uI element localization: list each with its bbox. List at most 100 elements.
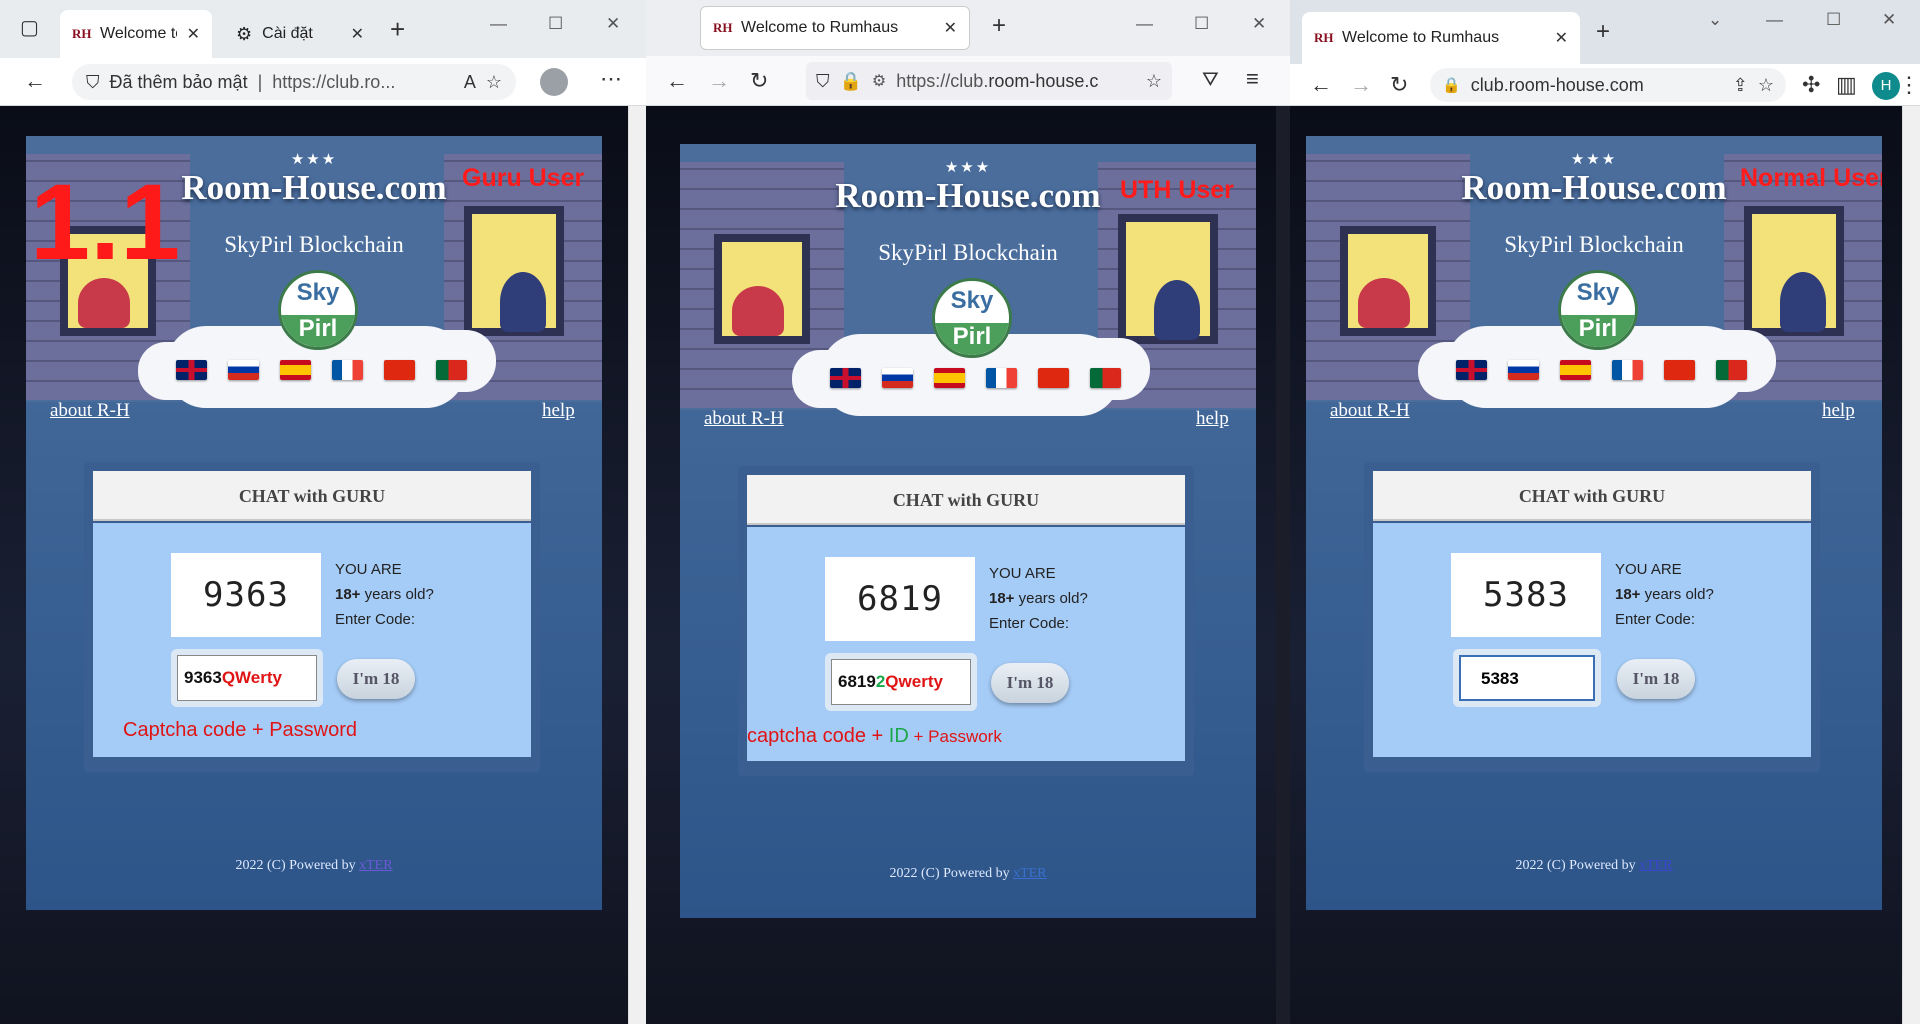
scrollbar[interactable] xyxy=(1276,106,1290,1024)
flag-spanish[interactable] xyxy=(280,360,311,380)
more-menu-icon[interactable]: ⋯ xyxy=(600,68,622,90)
code-input[interactable]: 9363QWerty xyxy=(177,655,317,701)
share-icon[interactable]: ⇪ xyxy=(1733,75,1748,96)
address-bar[interactable]: ⛉ 🔒 ⚙ https://club.room-house.c ☆ xyxy=(806,62,1172,100)
flag-chinese[interactable] xyxy=(384,360,415,380)
flag-russian[interactable] xyxy=(882,368,913,388)
scrollbar[interactable] xyxy=(628,106,646,1024)
im-18-button[interactable]: I'm 18 xyxy=(991,663,1069,703)
code-input[interactable]: 68192Qwerty xyxy=(831,659,971,705)
flag-french[interactable] xyxy=(1612,360,1643,380)
xter-link[interactable]: xTER xyxy=(1013,866,1046,881)
gear-icon: ⚙ xyxy=(236,23,253,44)
chat-card: CHAT with GURU 6819 YOU ARE 18+ years ol… xyxy=(738,466,1194,776)
extensions-puzzle-icon[interactable]: ✣ xyxy=(1802,74,1820,96)
toolbar: ← ⛉ Đã thêm bảo mật | https://club.ro...… xyxy=(0,58,646,106)
maximize-icon[interactable]: ☐ xyxy=(548,14,563,34)
age-prompt: YOU ARE 18+ years old? Enter Code: xyxy=(335,561,434,628)
close-window-icon[interactable]: ✕ xyxy=(606,14,620,34)
close-tab-icon[interactable]: ✕ xyxy=(1555,28,1568,48)
close-tab-icon[interactable]: ✕ xyxy=(187,24,200,44)
new-tab-icon[interactable]: + xyxy=(992,14,1006,38)
flag-portuguese[interactable] xyxy=(436,360,467,380)
read-aloud-icon[interactable]: A xyxy=(464,72,476,93)
reload-icon[interactable]: ↻ xyxy=(1390,74,1408,96)
bookmark-star-icon[interactable]: ☆ xyxy=(1758,75,1774,96)
profile-avatar[interactable]: H xyxy=(1872,72,1900,100)
help-link[interactable]: help xyxy=(1822,400,1855,422)
back-arrow-icon[interactable]: ← xyxy=(24,70,46,92)
permissions-icon[interactable]: ⚙ xyxy=(872,71,886,91)
scrollbar[interactable] xyxy=(1902,106,1920,1024)
close-tab-icon[interactable]: ✕ xyxy=(944,18,957,38)
minimize-icon[interactable]: — xyxy=(1766,10,1783,30)
flag-russian[interactable] xyxy=(228,360,259,380)
flag-portuguese[interactable] xyxy=(1090,368,1121,388)
flag-russian[interactable] xyxy=(1508,360,1539,380)
forward-arrow-icon[interactable]: → xyxy=(1350,74,1372,96)
flag-english[interactable] xyxy=(830,368,861,388)
tab-welcome[interactable]: RH Welcome to ✕ xyxy=(60,10,212,58)
favorite-star-icon[interactable]: ☆ xyxy=(486,72,502,93)
close-window-icon[interactable]: ✕ xyxy=(1882,10,1896,30)
about-link[interactable]: about R-H xyxy=(704,408,784,430)
flag-english[interactable] xyxy=(1456,360,1487,380)
profile-avatar[interactable] xyxy=(540,68,568,96)
xter-link[interactable]: xTER xyxy=(1639,858,1672,873)
bookmark-star-icon[interactable]: ☆ xyxy=(1146,71,1162,92)
flag-french[interactable] xyxy=(986,368,1017,388)
new-tab-icon[interactable]: + xyxy=(390,16,405,42)
captcha-image: 6819 xyxy=(825,557,975,641)
address-bar[interactable]: 🔒 club.room-house.com ⇪ ☆ xyxy=(1430,68,1786,102)
flag-portuguese[interactable] xyxy=(1716,360,1747,380)
address-bar[interactable]: ⛉ Đã thêm bảo mật | https://club.ro... A… xyxy=(72,64,516,100)
hamburger-menu-icon[interactable]: ≡ xyxy=(1246,68,1259,90)
close-tab-icon[interactable]: ✕ xyxy=(351,24,364,44)
pocket-icon[interactable]: ⛛ xyxy=(1202,70,1219,90)
xter-link[interactable]: xTER xyxy=(359,858,392,873)
help-link[interactable]: help xyxy=(1196,408,1229,430)
tab-welcome[interactable]: RH Welcome to Rumhaus ✕ xyxy=(700,6,970,50)
code-input[interactable]: 5383 xyxy=(1459,655,1595,701)
tab-label: Welcome to Rumhaus xyxy=(741,19,899,36)
skypirl-logo: Sky Pirl xyxy=(278,270,358,350)
person-smoking xyxy=(78,278,130,328)
flag-chinese[interactable] xyxy=(1664,360,1695,380)
about-link[interactable]: about R-H xyxy=(50,400,130,422)
flag-spanish[interactable] xyxy=(934,368,965,388)
security-label: Đã thêm bảo mật xyxy=(109,71,248,92)
back-arrow-icon[interactable]: ← xyxy=(1310,74,1332,96)
maximize-icon[interactable]: ☐ xyxy=(1194,14,1209,34)
tab-search-chevron-icon[interactable]: ⌄ xyxy=(1708,10,1722,30)
about-link[interactable]: about R-H xyxy=(1330,400,1410,422)
person-smoking xyxy=(1358,278,1410,328)
flag-chinese[interactable] xyxy=(1038,368,1069,388)
side-panel-icon[interactable]: ▥ xyxy=(1836,74,1857,96)
new-tab-icon[interactable]: + xyxy=(1596,20,1610,44)
forward-arrow-icon[interactable]: → xyxy=(708,70,730,92)
reload-icon[interactable]: ↻ xyxy=(750,70,768,92)
im-18-button[interactable]: I'm 18 xyxy=(1617,659,1695,699)
window-illustration xyxy=(1118,214,1218,344)
tab-settings[interactable]: ⚙ Cài đặt ✕ xyxy=(224,10,376,58)
back-arrow-icon[interactable]: ← xyxy=(666,70,688,92)
close-window-icon[interactable]: ✕ xyxy=(1252,14,1266,34)
browser-window-chrome: RH Welcome to Rumhaus ✕ + ⌄ — ☐ ✕ ← → ↻ … xyxy=(1290,0,1920,1024)
flag-english[interactable] xyxy=(176,360,207,380)
minimize-icon[interactable]: — xyxy=(1136,14,1153,34)
maximize-icon[interactable]: ☐ xyxy=(1826,10,1841,30)
help-link[interactable]: help xyxy=(542,400,575,422)
flag-spanish[interactable] xyxy=(1560,360,1591,380)
tab-actions-icon[interactable]: ▢ xyxy=(20,18,39,38)
minimize-icon[interactable]: — xyxy=(490,14,507,34)
footer: 2022 (C) Powered by xTER xyxy=(1515,858,1673,873)
flag-french[interactable] xyxy=(332,360,363,380)
captcha-image: 5383 xyxy=(1451,553,1601,637)
card-body: 6819 YOU ARE 18+ years old? Enter Code: … xyxy=(747,527,1185,761)
lock-icon: 🔒 xyxy=(839,70,862,91)
more-menu-icon[interactable]: ⋮ xyxy=(1898,74,1920,96)
role-label: UTH User xyxy=(1120,176,1234,204)
tab-label: Cài đặt xyxy=(262,25,313,42)
tab-welcome[interactable]: RH Welcome to Rumhaus ✕ xyxy=(1302,12,1580,64)
im-18-button[interactable]: I'm 18 xyxy=(337,659,415,699)
